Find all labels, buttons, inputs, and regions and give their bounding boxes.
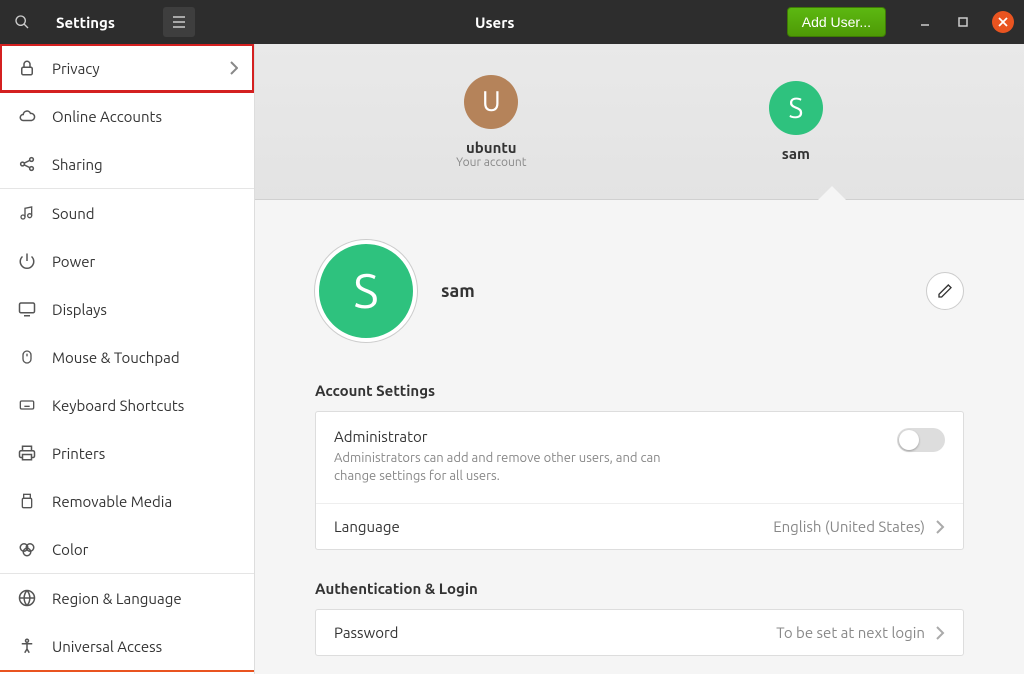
sidebar-item-printers[interactable]: Printers	[0, 429, 254, 477]
profile-header: S sam	[315, 240, 964, 342]
edit-name-button[interactable]	[926, 272, 964, 310]
profile-avatar[interactable]: S	[315, 240, 417, 342]
sidebar-item-power[interactable]: Power	[0, 237, 254, 285]
password-value: To be set at next login	[776, 624, 925, 641]
avatar: S	[769, 81, 823, 135]
section-title-auth: Authentication & Login	[315, 580, 964, 597]
language-value: English (United States)	[773, 518, 925, 535]
main-panel: U ubuntu Your account S sam S sam Accoun…	[255, 44, 1024, 674]
user-sub: Your account	[456, 156, 526, 169]
sidebar-item-label: Color	[52, 541, 88, 558]
user-detail: S sam Account Settings Administrator Adm…	[255, 200, 1024, 674]
close-icon	[998, 17, 1008, 27]
search-button[interactable]	[0, 0, 44, 44]
sidebar-item-label: Universal Access	[52, 638, 162, 655]
minimize-button[interactable]	[914, 11, 936, 33]
mouse-icon	[16, 346, 38, 368]
hamburger-icon	[172, 16, 186, 28]
sidebar-item-region-language[interactable]: Region & Language	[0, 574, 254, 622]
cloud-icon	[16, 105, 38, 127]
power-icon	[16, 250, 38, 272]
sidebar-item-displays[interactable]: Displays	[0, 285, 254, 333]
panel-title: Users	[475, 14, 514, 31]
app-title: Settings	[56, 14, 115, 31]
user-tile-sam[interactable]: S sam	[769, 81, 823, 162]
section-title-account: Account Settings	[315, 382, 964, 399]
maximize-icon	[958, 17, 968, 27]
user-name: ubuntu	[466, 139, 517, 156]
share-icon	[16, 153, 38, 175]
active-indicator	[0, 670, 254, 672]
chevron-right-icon	[230, 61, 238, 75]
menu-button[interactable]	[163, 7, 195, 37]
chevron-right-icon	[935, 520, 945, 534]
titlebar: Settings Users Add User...	[0, 0, 1024, 44]
sidebar-item-online-accounts[interactable]: Online Accounts	[0, 92, 254, 140]
auth-card: Password To be set at next login	[315, 609, 964, 656]
language-row[interactable]: Language English (United States)	[316, 504, 963, 549]
sidebar-item-label: Region & Language	[52, 590, 182, 607]
pencil-icon	[937, 283, 953, 299]
sidebar-item-label: Keyboard Shortcuts	[52, 397, 184, 414]
sidebar-item-label: Privacy	[52, 60, 100, 77]
admin-toggle[interactable]	[897, 428, 945, 452]
admin-label: Administrator	[334, 428, 945, 445]
admin-description: Administrators can add and remove other …	[334, 449, 694, 485]
user-tile-ubuntu[interactable]: U ubuntu Your account	[456, 75, 526, 169]
language-label: Language	[334, 518, 400, 535]
usb-icon	[16, 490, 38, 512]
sidebar-item-sound[interactable]: Sound	[0, 189, 254, 237]
selected-indicator	[818, 186, 846, 200]
add-user-button[interactable]: Add User...	[787, 7, 886, 37]
account-settings-card: Administrator Administrators can add and…	[315, 411, 964, 550]
password-row[interactable]: Password To be set at next login	[316, 610, 963, 655]
sidebar-item-label: Printers	[52, 445, 105, 462]
accessibility-icon	[16, 635, 38, 657]
sidebar-item-label: Sound	[52, 205, 95, 222]
sidebar-item-label: Displays	[52, 301, 107, 318]
minimize-icon	[920, 17, 930, 27]
sidebar-item-label: Online Accounts	[52, 108, 162, 125]
search-icon	[14, 14, 30, 30]
sidebar-item-mouse-touchpad[interactable]: Mouse & Touchpad	[0, 333, 254, 381]
sidebar-item-privacy[interactable]: Privacy	[0, 44, 254, 92]
color-icon	[16, 538, 38, 560]
maximize-button[interactable]	[952, 11, 974, 33]
sidebar-item-keyboard-shortcuts[interactable]: Keyboard Shortcuts	[0, 381, 254, 429]
password-label: Password	[334, 624, 398, 641]
note-icon	[16, 202, 38, 224]
sidebar-item-label: Power	[52, 253, 95, 270]
user-selector-strip: U ubuntu Your account S sam	[255, 44, 1024, 200]
sidebar-item-label: Sharing	[52, 156, 103, 173]
sidebar-item-label: Removable Media	[52, 493, 172, 510]
sidebar-item-label: Mouse & Touchpad	[52, 349, 180, 366]
administrator-row[interactable]: Administrator Administrators can add and…	[316, 412, 963, 504]
close-button[interactable]	[992, 11, 1014, 33]
sidebar-item-removable-media[interactable]: Removable Media	[0, 477, 254, 525]
printer-icon	[16, 442, 38, 464]
chevron-right-icon	[935, 626, 945, 640]
profile-name: sam	[441, 281, 475, 301]
keyboard-icon	[16, 394, 38, 416]
sidebar-item-color[interactable]: Color	[0, 525, 254, 573]
user-name: sam	[782, 145, 810, 162]
globe-icon	[16, 587, 38, 609]
lock-icon	[16, 57, 38, 79]
sidebar-item-universal-access[interactable]: Universal Access	[0, 622, 254, 670]
sidebar-item-sharing[interactable]: Sharing	[0, 140, 254, 188]
sidebar: Privacy Online Accounts Sharing Sound Po…	[0, 44, 255, 674]
avatar: U	[464, 75, 518, 129]
display-icon	[16, 298, 38, 320]
